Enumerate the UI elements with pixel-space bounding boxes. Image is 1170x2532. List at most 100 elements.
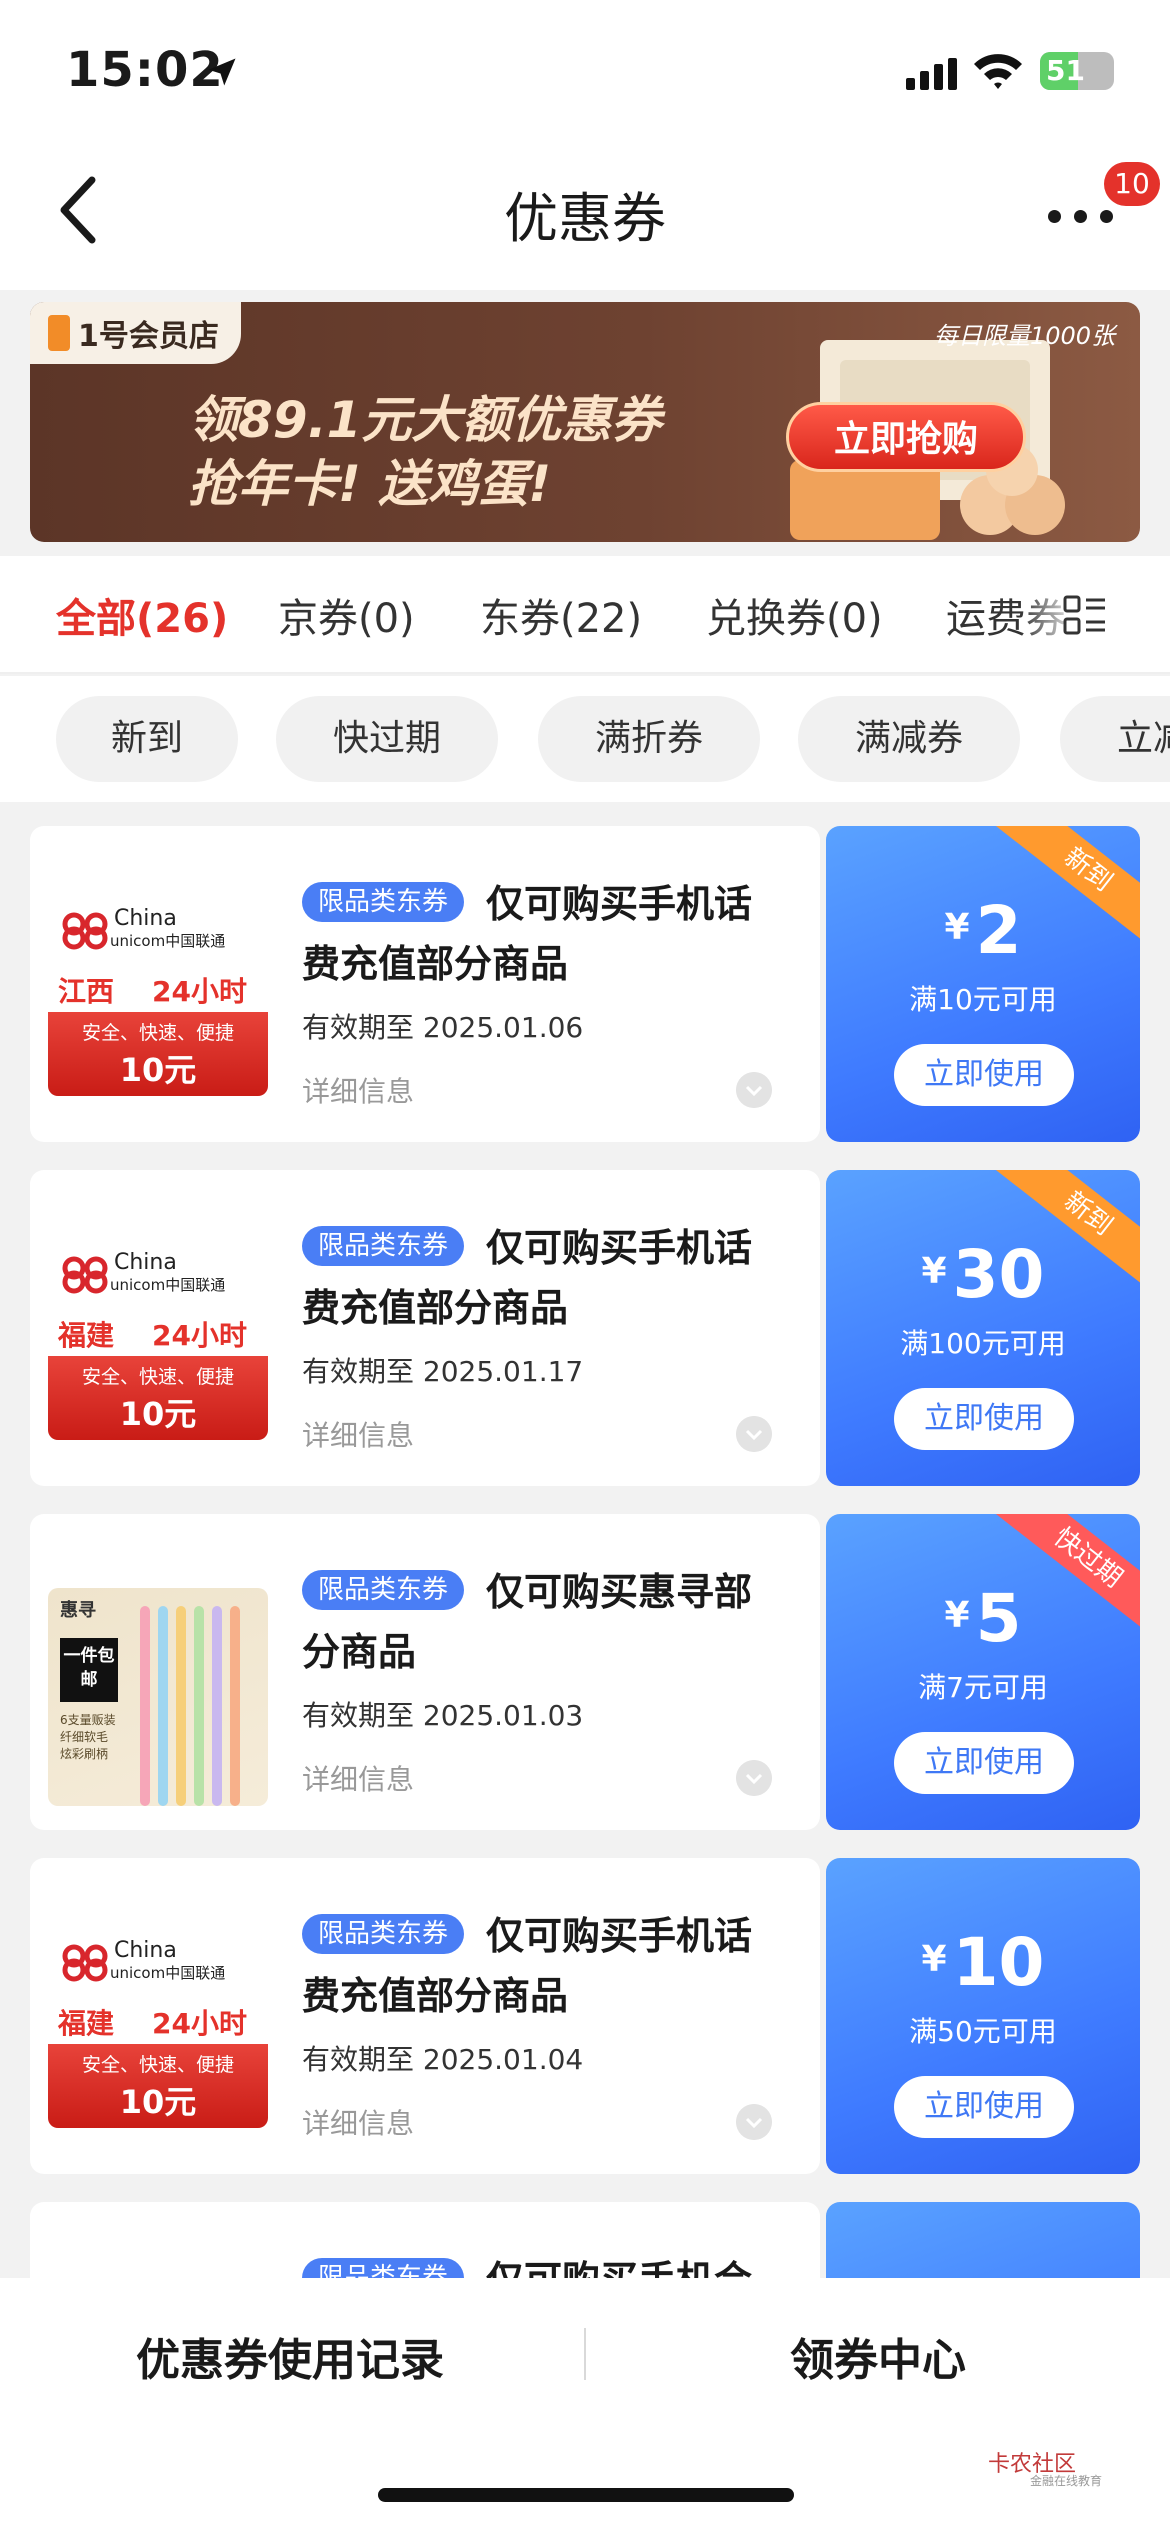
chip-instant[interactable]: 立减券 — [1060, 696, 1170, 782]
unicom-china-text: China — [114, 1250, 177, 1275]
feature-text: 纤细软毛 — [60, 1730, 109, 1744]
coupon-info[interactable]: 惠寻 一件包邮 6支量贩装 纤细软毛 炫彩刷柄 仅可购买惠寻部分商品 限品类东券… — [30, 1514, 820, 1830]
recharge-panel: 安全、快速、便捷 10元 — [48, 1012, 268, 1096]
coupon-type-tag: 限品类东券 — [302, 882, 465, 922]
banner-subheadline: 抢年卡! 送鸡蛋! — [188, 455, 552, 513]
coupon-expiry: 有效期至 2025.01.03 — [302, 1699, 584, 1732]
chevron-down-icon[interactable] — [736, 2104, 772, 2140]
chip-discount[interactable]: 满折券 — [538, 696, 760, 782]
use-now-button[interactable]: 立即使用 — [894, 1388, 1074, 1450]
coupon-card[interactable]: 惠寻 一件包邮 6支量贩装 纤细软毛 炫彩刷柄 仅可购买惠寻部分商品 限品类东券… — [30, 1514, 1140, 1830]
hours-label: 24小时 — [152, 975, 247, 1008]
unicom-logo: China unicom中国联通 — [60, 908, 225, 951]
category-list-icon[interactable] — [1062, 592, 1108, 638]
banner-logo: 1号会员店 — [30, 302, 241, 364]
unicom-name-text: unicom中国联通 — [110, 1276, 226, 1294]
unicom-logo: China unicom中国联通 — [60, 1252, 225, 1295]
coupon-info[interactable]: China unicom中国联通 福建 24小时 安全、快速、便捷 10元 仅可… — [30, 1170, 820, 1486]
use-now-button[interactable]: 立即使用 — [894, 1044, 1074, 1106]
recharge-slogan: 安全、快速、便捷 — [81, 2054, 234, 2076]
coupon-product-image: China unicom中国联通 福建 24小时 安全、快速、便捷 10元 — [48, 1930, 268, 2128]
coupon-center-link[interactable]: 领券中心 — [790, 2324, 966, 2388]
coupon-expiry: 有效期至 2025.01.06 — [302, 1011, 584, 1044]
coupon-expiry: 有效期至 2025.01.04 — [302, 2043, 584, 2076]
coupon-value-panel: 新到 ¥30 满100元可用 立即使用 — [826, 1170, 1140, 1486]
unicom-knot-icon — [62, 912, 108, 949]
currency-symbol: ¥ — [921, 1251, 947, 1292]
region-label: 江西 — [58, 975, 115, 1008]
nav-bar: 优惠券 — [0, 140, 1170, 290]
location-arrow-icon — [208, 58, 236, 86]
banner-limit-text: 每日限量1000张 — [934, 322, 1116, 350]
use-now-button[interactable]: 立即使用 — [894, 1732, 1074, 1794]
recharge-amount: 10元 — [119, 2083, 197, 2121]
coupon-type-tag: 限品类东券 — [302, 1914, 465, 1954]
coupon-threshold: 满10元可用 — [909, 983, 1057, 1016]
coupon-history-link[interactable]: 优惠券使用记录 — [136, 2324, 444, 2388]
coupon-type-tag: 限品类东券 — [302, 1570, 465, 1610]
unicom-logo: China unicom中国联通 — [60, 1940, 225, 1983]
recharge-slogan: 安全、快速、便捷 — [81, 1022, 234, 1044]
unicom-china-text: China — [114, 906, 177, 931]
promo-banner[interactable]: 1号会员店 领89.1元大额优惠券 抢年卡! 送鸡蛋! 每日限量1000张 立即… — [30, 302, 1140, 542]
banner-logo-text: 1号会员店 — [78, 319, 219, 354]
coupon-value-panel: 快过期 ¥5 满7元可用 立即使用 — [826, 1514, 1140, 1830]
brand-label: 惠寻 — [60, 1600, 96, 1621]
store-logo-icon — [48, 315, 70, 351]
coupon-detail-link[interactable]: 详细信息 — [302, 2102, 414, 2142]
banner-cta-button[interactable]: 立即抢购 — [786, 402, 1026, 472]
coupon-card[interactable]: China unicom中国联通 福建 24小时 安全、快速、便捷 10元 仅可… — [30, 1170, 1140, 1486]
coupon-detail-link[interactable]: 详细信息 — [302, 1414, 414, 1454]
wifi-icon — [974, 54, 1022, 89]
filter-chips: 新到 快过期 满折券 满减券 立减券 — [0, 676, 1170, 802]
recharge-panel: 安全、快速、便捷 10元 — [48, 1356, 268, 1440]
chip-new[interactable]: 新到 — [56, 696, 238, 782]
chip-expiring[interactable]: 快过期 — [276, 696, 498, 782]
coupon-product-image: China unicom中国联通 江西 24小时 安全、快速、便捷 10元 — [48, 898, 268, 1096]
coupon-amount: ¥30 — [826, 1236, 1140, 1313]
coupon-amount-value: 30 — [952, 1236, 1045, 1313]
recharge-amount: 10元 — [119, 1051, 197, 1089]
chevron-down-icon[interactable] — [736, 1416, 772, 1452]
chevron-down-icon[interactable] — [736, 1072, 772, 1108]
coupon-threshold: 满50元可用 — [909, 2015, 1057, 2048]
coupon-amount-value: 2 — [975, 892, 1022, 969]
tab-jing-coupon[interactable]: 京券(0) — [278, 586, 415, 644]
feature-text: 6支量贩装 — [60, 1713, 116, 1727]
recharge-slogan: 安全、快速、便捷 — [81, 1366, 234, 1388]
coupon-value-panel: 新到 ¥2 满10元可用 立即使用 — [826, 826, 1140, 1142]
cellular-signal-icon — [906, 58, 957, 90]
use-now-button[interactable]: 立即使用 — [894, 2076, 1074, 2138]
coupon-detail-link[interactable]: 详细信息 — [302, 1758, 414, 1798]
coupon-threshold: 满7元可用 — [918, 1671, 1048, 1704]
coupon-card[interactable]: China unicom中国联通 江西 24小时 安全、快速、便捷 10元 仅可… — [30, 826, 1140, 1142]
chip-threshold[interactable]: 满减券 — [798, 696, 1020, 782]
tab-all[interactable]: 全部(26) — [56, 586, 228, 644]
coupon-type-tag: 限品类东券 — [302, 1226, 465, 1266]
status-time: 15:02 — [66, 42, 224, 98]
unicom-china-text: China — [114, 1938, 177, 1963]
unicom-knot-icon — [62, 1256, 108, 1293]
bottom-divider — [584, 2328, 586, 2380]
toothbrush-image — [176, 1606, 186, 1806]
chevron-down-icon[interactable] — [736, 1760, 772, 1796]
coupon-card[interactable]: China unicom中国联通 福建 24小时 安全、快速、便捷 10元 仅可… — [30, 1858, 1140, 2174]
coupon-amount-value: 10 — [952, 1924, 1045, 2001]
home-indicator[interactable] — [378, 2488, 794, 2502]
free-shipping-label: 一件包邮 — [60, 1638, 118, 1702]
toothbrush-image — [158, 1606, 168, 1806]
coupon-info[interactable]: China unicom中国联通 江西 24小时 安全、快速、便捷 10元 仅可… — [30, 826, 820, 1142]
coupon-detail-link[interactable]: 详细信息 — [302, 1070, 414, 1110]
category-tabs: 全部(26) 京券(0) 东券(22) 兑换券(0) 运费券 — [0, 556, 1170, 674]
banner-headline: 领89.1元大额优惠券 — [188, 391, 662, 449]
more-dot-icon — [1074, 210, 1087, 223]
product-features: 6支量贩装 纤细软毛 炫彩刷柄 — [60, 1712, 116, 1763]
status-bar: 15:02 51 — [0, 0, 1170, 140]
coupon-amount-value: 5 — [975, 1580, 1022, 1657]
tab-exchange-coupon[interactable]: 兑换券(0) — [706, 586, 883, 644]
more-dot-icon — [1048, 210, 1061, 223]
feature-text: 炫彩刷柄 — [60, 1747, 109, 1761]
coupon-amount: ¥10 — [826, 1924, 1140, 2001]
coupon-info[interactable]: China unicom中国联通 福建 24小时 安全、快速、便捷 10元 仅可… — [30, 1858, 820, 2174]
tab-dong-coupon[interactable]: 东券(22) — [480, 586, 642, 644]
